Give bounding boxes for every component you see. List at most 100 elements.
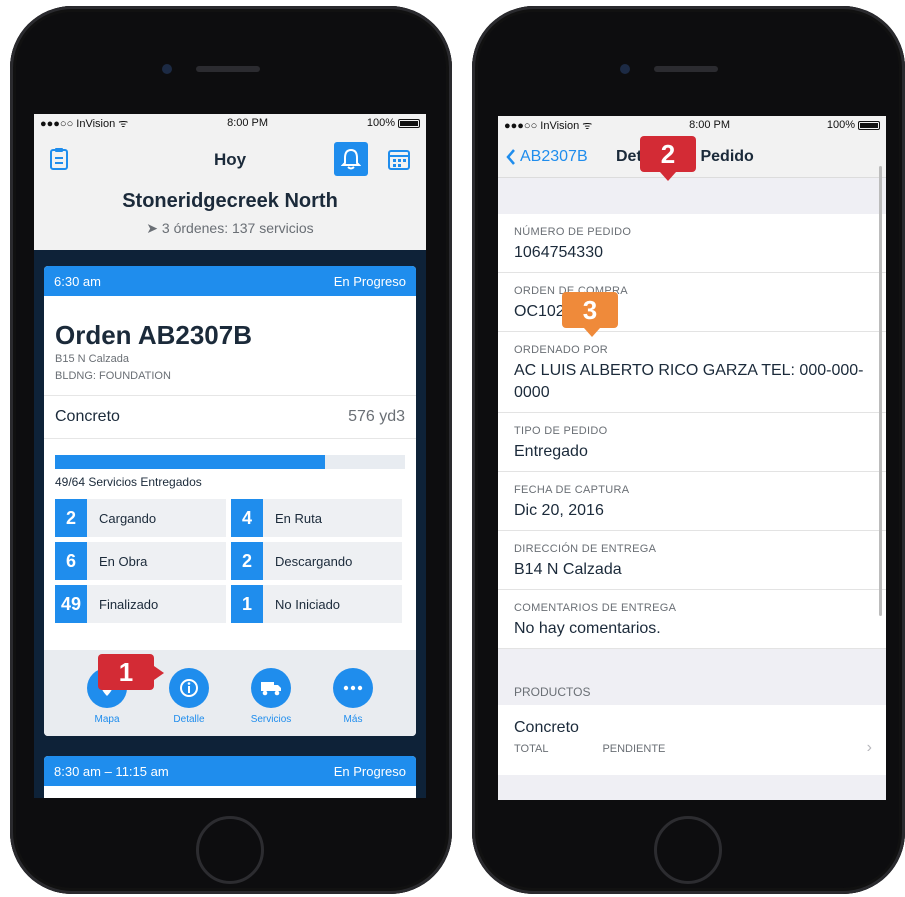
back-button[interactable]: AB2307B <box>506 148 588 166</box>
map-label: Mapa <box>94 714 120 725</box>
battery-label: 100% <box>826 119 855 131</box>
product-row[interactable]: Concreto TOTAL PENDIENTE › <box>498 705 886 775</box>
scrollbar[interactable] <box>879 166 882 616</box>
detail-field: COMENTARIOS DE ENTREGA No hay comentarios… <box>498 590 886 649</box>
status-cell[interactable]: 6 En Obra <box>55 542 226 580</box>
order-card-header: 8:30 am – 11:15 am En Progreso <box>44 756 416 786</box>
product-name: Concreto <box>55 408 120 425</box>
more-icon <box>333 668 373 708</box>
status-count: 49 <box>55 585 87 623</box>
right-screen: ●●●○○ InVision ᯤ 8:00 PM 100% AB2307B De… <box>498 116 886 800</box>
status-count: 2 <box>231 542 263 580</box>
product-name: Concreto <box>514 719 579 736</box>
detail-field: TIPO DE PEDIDO Entregado <box>498 413 886 472</box>
status-label: Descargando <box>275 553 353 569</box>
field-value: AC LUIS ALBERTO RICO GARZA TEL: 000-000-… <box>514 362 864 401</box>
left-header: ●●●○○ InVision ᯤ 8:00 PM 100% Hoy Stoner… <box>34 114 426 236</box>
battery-icon <box>857 120 880 130</box>
status-label: Cargando <box>99 510 157 526</box>
home-button[interactable] <box>196 816 264 884</box>
left-phone: ●●●○○ InVision ᯤ 8:00 PM 100% Hoy Stoner… <box>10 6 452 894</box>
order-status: En Progreso <box>333 273 406 289</box>
status-count: 1 <box>231 585 263 623</box>
order-card-header: 6:30 am En Progreso <box>44 266 416 296</box>
calendar-icon[interactable] <box>384 144 414 174</box>
delivery-progress-fill <box>55 455 325 469</box>
field-value: 1064754330 <box>514 244 603 261</box>
product-quantity: 576 yd3 <box>348 408 405 425</box>
order-time: 8:30 am – 11:15 am <box>54 763 169 779</box>
order-status: En Progreso <box>333 763 406 779</box>
order-building: BLDNG: FOUNDATION <box>55 370 171 382</box>
status-cell[interactable]: 2 Descargando <box>231 542 402 580</box>
order-title: Orden AB2307B <box>55 320 252 350</box>
status-cell[interactable]: 2 Cargando <box>55 499 226 537</box>
status-label: En Obra <box>99 553 148 569</box>
truck-icon <box>251 668 291 708</box>
delivery-progress-bar <box>55 455 405 469</box>
speaker-grille <box>654 66 718 72</box>
field-label: COMENTARIOS DE ENTREGA <box>514 602 677 614</box>
detail-field: ORDEN DE COMPRA OC1023894 <box>498 273 886 332</box>
chevron-right-icon: › <box>866 739 872 756</box>
bell-icon[interactable] <box>334 142 368 176</box>
back-label: AB2307B <box>520 148 588 165</box>
detail-field: ORDENADO POR AC LUIS ALBERTO RICO GARZA T… <box>498 332 886 413</box>
order-card[interactable]: 8:30 am – 11:15 am En Progreso <box>44 756 416 798</box>
field-label: DIRECCIÓN DE ENTREGA <box>514 543 657 555</box>
section-spacer <box>498 178 886 214</box>
status-cell[interactable]: 4 En Ruta <box>231 499 402 537</box>
callout-1: 1 <box>98 654 164 690</box>
carrier-label: ●●●○○ InVision ᯤ <box>40 117 129 130</box>
field-label: NÚMERO DE PEDIDO <box>514 226 632 238</box>
callout-2: 2 <box>640 136 696 181</box>
total-label: TOTAL <box>514 743 549 755</box>
status-label: Finalizado <box>99 596 159 612</box>
home-button[interactable] <box>654 816 722 884</box>
status-cell[interactable]: 49 Finalizado <box>55 585 226 623</box>
field-value: B14 N Calzada <box>514 561 622 578</box>
order-address: B15 N Calzada <box>55 353 129 365</box>
battery-icon <box>397 118 420 128</box>
detail-field: DIRECCIÓN DE ENTREGA B14 N Calzada <box>498 531 886 590</box>
product-row: Concreto 576 yd3 <box>44 395 416 439</box>
status-count: 6 <box>55 542 87 580</box>
battery-indicator: 100% <box>827 119 880 131</box>
orders-list: 6:30 am En Progreso Orden AB2307B B15 N … <box>34 250 426 798</box>
detail-label: Detalle <box>173 714 205 725</box>
status-grid: 2 Cargando 4 En Ruta 6 En Obra 2 Descargando… <box>44 489 416 623</box>
chevron-left-icon <box>506 149 515 165</box>
detail-field: NÚMERO DE PEDIDO 1064754330 <box>498 214 886 273</box>
products-section-header: PRODUCTOS <box>498 649 886 705</box>
field-label: ORDENADO POR <box>514 344 609 356</box>
order-time: 6:30 am <box>54 273 101 289</box>
field-label: TIPO DE PEDIDO <box>514 425 608 437</box>
detail-button[interactable]: Detalle <box>167 668 211 736</box>
left-screen: ●●●○○ InVision ᯤ 8:00 PM 100% Hoy Stoner… <box>34 114 426 798</box>
speaker-grille <box>196 66 260 72</box>
pending-label: PENDIENTE <box>602 743 666 755</box>
services-label: Servicios <box>250 714 292 725</box>
more-label: Más <box>343 714 363 725</box>
status-count: 2 <box>55 499 87 537</box>
delivery-progress-label: 49/64 Servicios Entregados <box>55 475 202 489</box>
field-value: No hay comentarios. <box>514 620 661 637</box>
status-bar: ●●●○○ InVision ᯤ 8:00 PM 100% <box>498 116 886 134</box>
info-icon <box>169 668 209 708</box>
clock: 8:00 PM <box>689 119 731 131</box>
callout-3: 3 <box>562 292 618 337</box>
product-columns: TOTAL PENDIENTE <box>514 743 870 755</box>
status-count: 4 <box>231 499 263 537</box>
status-label: No Iniciado <box>275 596 341 612</box>
more-button[interactable]: Más <box>331 668 375 736</box>
site-title: Stoneridgecreek North <box>122 190 338 212</box>
services-button[interactable]: Servicios <box>249 668 293 736</box>
status-cell[interactable]: 1 No Iniciado <box>231 585 402 623</box>
status-label: En Ruta <box>275 510 322 526</box>
battery-indicator: 100% <box>367 117 420 129</box>
location-arrow-icon: ➤ <box>146 220 162 236</box>
front-camera <box>620 64 630 74</box>
front-camera <box>162 64 172 74</box>
field-label: FECHA DE CAPTURA <box>514 484 630 496</box>
field-value: Dic 20, 2016 <box>514 502 604 519</box>
